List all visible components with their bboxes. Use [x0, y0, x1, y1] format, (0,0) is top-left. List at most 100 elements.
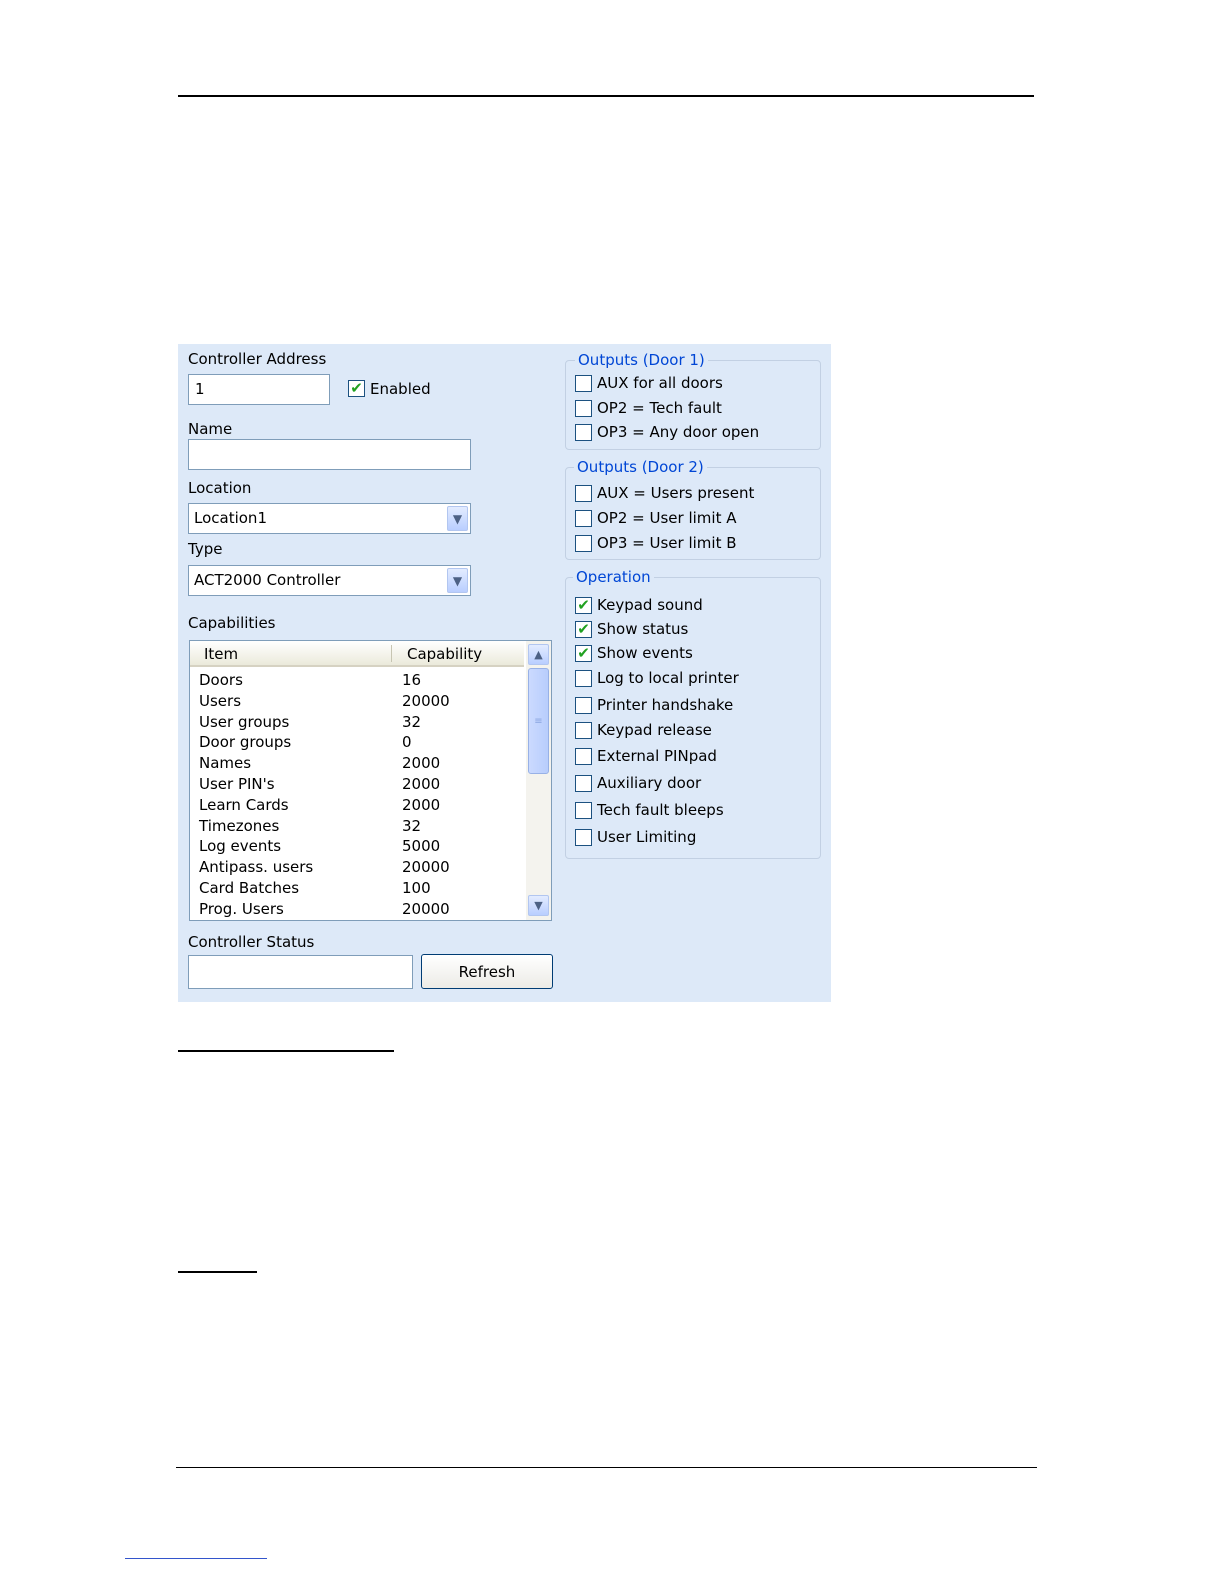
capability-value: 0	[402, 733, 412, 752]
operation-label-5: Keypad release	[597, 721, 712, 739]
operation-checkbox-6[interactable]	[575, 748, 592, 765]
location-select-value: Location1	[194, 509, 267, 527]
table-row[interactable]: User PIN's 2000	[190, 775, 524, 796]
outputs-door1-checkbox-1[interactable]	[575, 400, 592, 417]
capability-item: User PIN's	[199, 775, 275, 793]
capabilities-list-header: Item Capability	[190, 641, 524, 667]
check-icon: ✔	[577, 620, 590, 638]
column-header-capability[interactable]: Capability	[407, 645, 482, 663]
outputs-door2-label-0: AUX = Users present	[597, 484, 755, 502]
table-row[interactable]: Users 20000	[190, 692, 524, 713]
outputs-door2-checkbox-0[interactable]	[575, 485, 592, 502]
column-header-item[interactable]: Item	[204, 645, 238, 663]
name-label: Name	[188, 420, 233, 438]
operation-label-4: Printer handshake	[597, 696, 734, 714]
operation-checkbox-4[interactable]	[575, 697, 592, 714]
operation-checkbox-7[interactable]	[575, 775, 592, 792]
scroll-thumb[interactable]: ≡	[528, 668, 549, 774]
operation-label-6: External PINpad	[597, 747, 717, 765]
scrollbar[interactable]: ▲ ≡ ▼	[526, 641, 551, 920]
outputs-door2-checkbox-2[interactable]	[575, 535, 592, 552]
check-icon: ✔	[350, 379, 363, 397]
table-row[interactable]: Learn Cards 2000	[190, 796, 524, 817]
location-label: Location	[188, 479, 252, 497]
table-row[interactable]: Card Batches 100	[190, 879, 524, 900]
outputs-door2-label-2: OP3 = User limit B	[597, 534, 737, 552]
capability-item: Timezones	[199, 816, 280, 835]
table-row[interactable]: Timezones 32	[190, 817, 524, 838]
chevron-down-icon[interactable]: ▼	[447, 568, 468, 593]
capability-value: 16	[402, 671, 422, 689]
operation-label-1: Show status	[597, 620, 689, 638]
outputs-door2-checkbox-1[interactable]	[575, 510, 592, 527]
chevron-down-icon: ▼	[534, 899, 543, 912]
outputs-door1-checkbox-2[interactable]	[575, 424, 592, 441]
capability-item: User groups	[199, 712, 290, 731]
table-row[interactable]: Names 2000	[190, 754, 524, 775]
controller-address-input[interactable]: 1	[188, 374, 330, 405]
operation-checkbox-1[interactable]: ✔	[575, 621, 592, 638]
check-icon: ✔	[577, 644, 590, 662]
capability-item: Learn Cards	[199, 795, 289, 814]
outputs-door2-title: Outputs (Door 2)	[574, 458, 707, 476]
type-select-value: ACT2000 Controller	[194, 571, 341, 589]
chevron-down-icon[interactable]: ▼	[447, 506, 468, 531]
capability-item: Log events	[199, 837, 282, 856]
operation-checkbox-0[interactable]: ✔	[575, 597, 592, 614]
check-icon: ✔	[577, 596, 590, 614]
table-row[interactable]: Antipass. users 20000	[190, 858, 524, 879]
table-row[interactable]: Prog. Users 20000	[190, 899, 524, 920]
table-row[interactable]: User groups 32	[190, 713, 524, 734]
footer-rule	[176, 1467, 1037, 1468]
capability-value: 5000	[402, 837, 441, 856]
section-underline-short	[178, 1271, 257, 1273]
controller-status-field	[188, 955, 413, 989]
capability-value: 20000	[402, 858, 450, 877]
capability-item: Card Batches	[199, 879, 300, 897]
capability-value: 20000	[402, 691, 450, 710]
operation-checkbox-3[interactable]	[575, 670, 592, 687]
type-select[interactable]: ACT2000 Controller ▼	[188, 565, 471, 596]
capability-item: Names	[199, 754, 252, 773]
operation-title: Operation	[573, 568, 654, 586]
capability-item: Prog. Users	[199, 899, 284, 918]
controller-status-label: Controller Status	[188, 933, 315, 951]
operation-label-0: Keypad sound	[597, 596, 703, 614]
capabilities-label: Capabilities	[188, 614, 276, 632]
outputs-door1-label-1: OP2 = Tech fault	[597, 399, 722, 417]
capability-item: Door groups	[199, 733, 292, 752]
table-row[interactable]: Log events 5000	[190, 837, 524, 858]
scroll-down-button[interactable]: ▼	[528, 895, 549, 916]
capability-item: Doors	[199, 671, 243, 689]
operation-checkbox-8[interactable]	[575, 802, 592, 819]
grip-icon: ≡	[534, 715, 543, 727]
type-label: Type	[188, 540, 223, 558]
refresh-button[interactable]: Refresh	[421, 954, 553, 989]
footer-link-underline	[125, 1558, 267, 1559]
operation-checkbox-5[interactable]	[575, 722, 592, 739]
operation-label-7: Auxiliary door	[597, 774, 702, 792]
chevron-up-icon: ▲	[534, 648, 543, 661]
name-input[interactable]	[188, 439, 471, 470]
header-rule	[178, 95, 1034, 97]
capability-value: 32	[402, 712, 422, 731]
scroll-up-button[interactable]: ▲	[528, 644, 549, 665]
controller-properties-panel: Controller Address 1 ✔ Enabled Name Loca…	[178, 344, 831, 1002]
capability-value: 2000	[402, 795, 441, 814]
location-select[interactable]: Location1 ▼	[188, 503, 471, 534]
table-row[interactable]: Doors 16	[190, 671, 524, 692]
operation-checkbox-9[interactable]	[575, 829, 592, 846]
capability-value: 32	[402, 816, 422, 835]
operation-checkbox-2[interactable]: ✔	[575, 645, 592, 662]
capability-value: 20000	[402, 899, 450, 918]
outputs-door1-label-2: OP3 = Any door open	[597, 423, 760, 441]
capabilities-list[interactable]: Item Capability Doors 16 Users 20000 User gr…	[189, 640, 552, 921]
column-separator[interactable]	[391, 645, 392, 662]
capability-item: Antipass. users	[199, 858, 314, 877]
table-row[interactable]: Door groups 0	[190, 733, 524, 754]
outputs-door1-checkbox-0[interactable]	[575, 375, 592, 392]
outputs-door1-title: Outputs (Door 1)	[575, 351, 708, 369]
outputs-door1-label-0: AUX for all doors	[597, 374, 723, 392]
enabled-checkbox[interactable]: ✔	[348, 380, 365, 397]
section-underline	[178, 1050, 394, 1052]
